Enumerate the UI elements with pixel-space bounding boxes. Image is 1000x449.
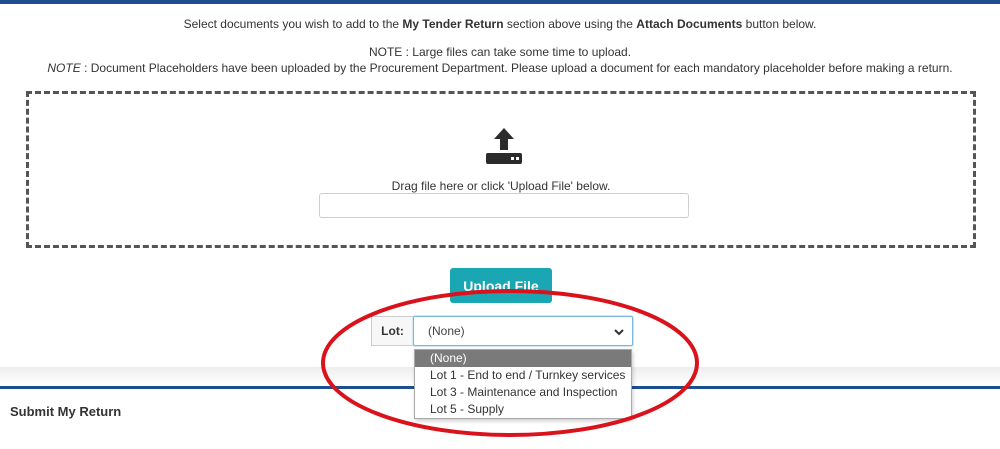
upload-file-button[interactable]: Upload File	[450, 268, 552, 303]
file-drop-zone[interactable]: Drag file here or click 'Upload File' be…	[26, 91, 976, 248]
lot-selected-value: (None)	[428, 324, 465, 338]
submit-return-heading: Submit My Return	[10, 404, 122, 419]
instruction-line-3: NOTE : Document Placeholders have been u…	[47, 61, 953, 75]
instruction-line-1: Select documents you wish to add to the …	[183, 17, 817, 31]
drag-instruction: Drag file here or click 'Upload File' be…	[391, 179, 611, 193]
chevron-down-icon	[614, 329, 624, 336]
lot-option-3[interactable]: Lot 3 - Maintenance and Inspection	[415, 384, 631, 401]
lot-dropdown-list[interactable]: (None) Lot 1 - End to end / Turnkey serv…	[414, 349, 632, 419]
lot-label: Lot:	[371, 316, 413, 346]
upload-instructions: Select documents you wish to add to the …	[0, 16, 1000, 76]
file-name-field[interactable]	[319, 193, 689, 218]
upload-icon	[486, 128, 522, 164]
top-divider	[0, 0, 1000, 4]
lot-option-none[interactable]: (None)	[415, 350, 631, 367]
lot-select[interactable]: (None)	[413, 316, 633, 346]
instruction-line-2: NOTE : Large files can take some time to…	[368, 45, 632, 59]
lot-option-1[interactable]: Lot 1 - End to end / Turnkey services	[415, 367, 631, 384]
lot-option-5[interactable]: Lot 5 - Supply	[415, 401, 631, 418]
